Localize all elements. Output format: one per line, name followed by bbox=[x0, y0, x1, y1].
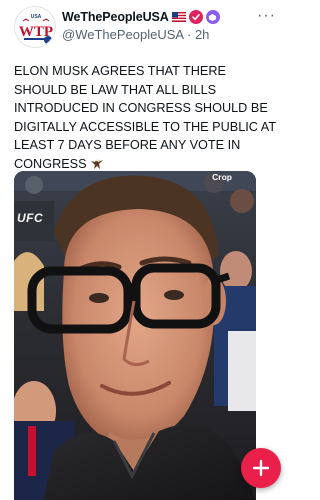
author-row[interactable]: WeThePeopleUSA bbox=[62, 9, 220, 25]
verified-icon bbox=[188, 10, 203, 24]
wtp-logo-icon: USA WTP bbox=[16, 8, 55, 47]
us-flag-icon bbox=[171, 12, 186, 22]
author-handle[interactable]: @WeThePeopleUSA bbox=[62, 27, 183, 42]
crop-label[interactable]: Crop bbox=[212, 172, 232, 182]
svg-text:USA: USA bbox=[31, 14, 42, 20]
author-name[interactable]: WeThePeopleUSA bbox=[62, 10, 169, 24]
meta-separator: · bbox=[186, 27, 192, 42]
author-meta: @WeThePeopleUSA · 2h bbox=[62, 27, 209, 42]
post-time[interactable]: 2h bbox=[195, 27, 209, 42]
post-header: USA WTP WeThePeopleUSA @WeThePeopleUSA ·… bbox=[0, 0, 292, 52]
affiliate-badge-icon bbox=[205, 10, 220, 24]
more-options-button[interactable]: ··· bbox=[257, 7, 276, 25]
compose-button[interactable] bbox=[241, 448, 281, 488]
avatar[interactable]: USA WTP bbox=[14, 6, 56, 48]
photo-elon-musk bbox=[14, 171, 256, 500]
post-body: ELON MUSK AGREES THAT THERE SHOULD BE LA… bbox=[14, 64, 276, 171]
plus-icon bbox=[252, 459, 270, 477]
ufc-banner-text: UFC bbox=[17, 211, 44, 225]
post-image[interactable]: Crop UFC bbox=[14, 171, 256, 500]
eagle-icon bbox=[91, 158, 104, 169]
